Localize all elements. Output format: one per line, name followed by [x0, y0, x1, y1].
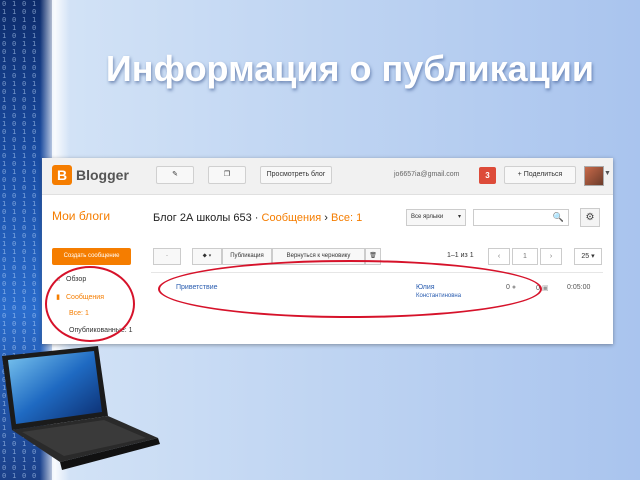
views-icon: ▣	[541, 285, 549, 292]
avatar[interactable]	[584, 166, 604, 186]
laptop-image	[2, 346, 160, 470]
prev-page-button[interactable]: ‹	[488, 248, 510, 265]
my-blogs-link[interactable]: Мои блоги	[52, 209, 110, 223]
blogger-logo-icon[interactable]: B	[52, 165, 72, 185]
section-posts[interactable]: Сообщения	[262, 212, 322, 224]
view-blog-button[interactable]: Просмотреть блог	[260, 166, 332, 184]
slide-title: Информация о публикации	[105, 48, 595, 89]
annotation-circle-post	[158, 260, 542, 318]
account-email: jo6657ia@gmail.com	[394, 171, 460, 178]
pagination-info: 1–1 из 1	[447, 252, 474, 259]
next-page-button[interactable]: ›	[540, 248, 562, 265]
labels-button[interactable]: ⬥ ▾	[192, 248, 222, 265]
breadcrumb: Блог 2А школы 653 · Сообщения › Все: 1	[153, 212, 363, 224]
post-time: 0:05:00	[567, 284, 591, 291]
create-post-button[interactable]: Создать сообщение	[52, 248, 131, 265]
tag-icon: ⬥	[202, 253, 207, 259]
copy-icon: ❐	[223, 171, 231, 178]
pencil-icon: ✎	[172, 171, 178, 178]
chevron-down-icon: ▾	[457, 214, 461, 220]
search-icon: 🔍	[552, 212, 564, 222]
select-all-checkbox[interactable]: ·	[153, 248, 181, 265]
gear-icon[interactable]: ⚙	[580, 208, 600, 227]
page-number-select[interactable]: 1	[512, 248, 538, 265]
edit-post-button[interactable]: ✎	[156, 166, 194, 184]
blogger-screenshot: B Blogger ✎ ❐ Просмотреть блог jo6657ia@…	[42, 158, 613, 344]
search-input[interactable]: 🔍	[473, 209, 569, 226]
chevron-down-icon[interactable]: ▼	[604, 170, 611, 177]
share-button[interactable]: + Поделиться	[504, 166, 576, 184]
filter-all[interactable]: Все: 1	[331, 212, 362, 224]
annotation-circle-sidebar	[45, 266, 135, 342]
labels-select[interactable]: Все ярлыки ▾	[406, 209, 466, 226]
copy-button[interactable]: ❐	[208, 166, 246, 184]
blogger-topbar: B Blogger ✎ ❐ Просмотреть блог jo6657ia@…	[42, 158, 613, 195]
notifications-badge[interactable]: 3	[479, 167, 496, 184]
trash-icon: 🗑	[369, 253, 377, 259]
per-page-select[interactable]: 25 ▾	[574, 248, 602, 265]
blogger-logo-text[interactable]: Blogger	[76, 167, 129, 183]
blog-name[interactable]: Блог 2А школы 653	[153, 212, 252, 224]
